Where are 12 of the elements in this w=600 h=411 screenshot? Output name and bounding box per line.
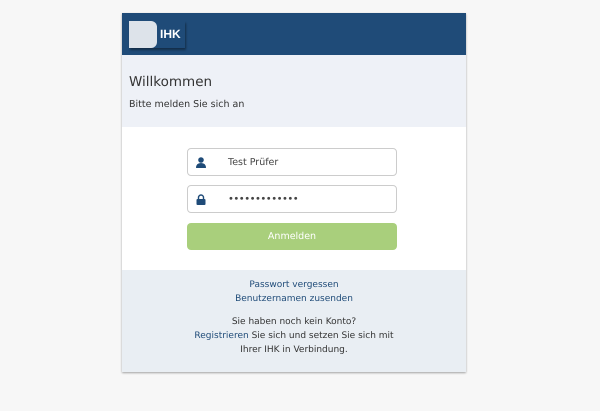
lock-icon — [196, 194, 206, 204]
username-field[interactable]: Test Prüfer — [187, 148, 397, 176]
welcome-title: Willkommen — [129, 74, 214, 90]
user-icon — [196, 156, 206, 168]
password-field[interactable]: ••••••••••••• — [187, 185, 397, 213]
logo: IHK — [129, 20, 185, 48]
no-account-text: Sie haben noch kein Konto? — [232, 316, 356, 329]
register-text: Registrieren Sie sich und setzen Sie sich mit Ihrer IHK in Verbindung. — [193, 330, 395, 357]
welcome-subtitle: Bitte melden Sie sich an — [129, 99, 246, 110]
register-link[interactable]: Registrieren — [194, 331, 249, 341]
footer-link[interactable]: Passwort vergessen — [249, 278, 339, 292]
footer-link[interactable]: Benutzernamen zusenden — [235, 292, 353, 306]
